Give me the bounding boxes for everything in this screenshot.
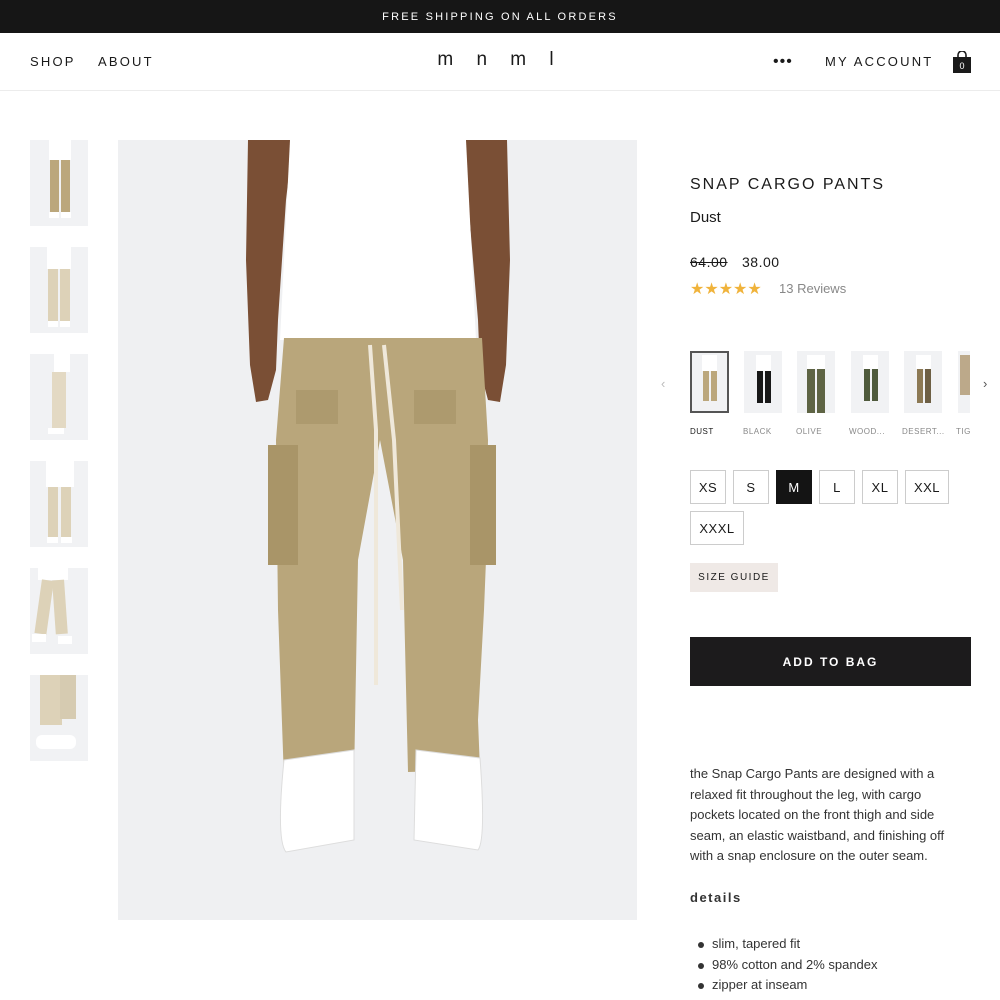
logo[interactable]: m n m l xyxy=(437,49,562,70)
swatch-tig[interactable] xyxy=(958,351,970,413)
details-item: slim, tapered fit xyxy=(698,934,878,955)
rating-stars: ★★★★★ xyxy=(690,281,762,298)
color-swatches: DUST BLACK OLIVE WOOD... DESERT... TIG xyxy=(690,351,970,441)
size-xl-button[interactable]: XL xyxy=(862,470,898,504)
thumbnail-5[interactable] xyxy=(30,568,88,654)
chevron-right-icon[interactable]: › xyxy=(983,376,987,391)
details-heading: details xyxy=(690,890,742,905)
promo-text: FREE SHIPPING ON ALL ORDERS xyxy=(382,10,618,23)
size-xxl-button[interactable]: XXL xyxy=(905,470,949,504)
swatch-black[interactable] xyxy=(744,351,782,413)
swatch-label: BLACK xyxy=(743,427,772,436)
nav-about-link[interactable]: ABOUT xyxy=(98,54,154,69)
thumbnail-list xyxy=(30,140,88,782)
promo-banner: FREE SHIPPING ON ALL ORDERS xyxy=(0,0,1000,33)
swatch-olive[interactable] xyxy=(797,351,835,413)
details-item: zipper at inseam xyxy=(698,975,878,996)
size-xs-button[interactable]: XS xyxy=(690,470,726,504)
size-guide-button[interactable]: SIZE GUIDE xyxy=(690,563,778,592)
details-list: slim, tapered fit 98% cotton and 2% span… xyxy=(698,934,878,996)
swatch-desert[interactable] xyxy=(904,351,942,413)
sale-price: 38.00 xyxy=(742,254,780,270)
add-to-bag-button[interactable]: ADD TO BAG xyxy=(690,637,971,686)
swatch-dust[interactable] xyxy=(690,351,729,413)
swatch-label: DUST xyxy=(690,427,714,436)
product-main-image xyxy=(118,140,637,920)
more-menu-icon[interactable]: ••• xyxy=(773,54,793,70)
selected-color-name: Dust xyxy=(690,209,721,226)
product-title: SNAP CARGO PANTS xyxy=(690,176,885,193)
bag-icon[interactable]: 0 xyxy=(953,50,971,73)
thumbnail-6[interactable] xyxy=(30,675,88,761)
bag-count: 0 xyxy=(959,61,964,71)
swatch-label: TIG xyxy=(956,427,970,436)
size-l-button[interactable]: L xyxy=(819,470,855,504)
nav-shop-link[interactable]: SHOP xyxy=(30,54,76,69)
size-m-button[interactable]: M xyxy=(776,470,812,504)
swatch-wood[interactable] xyxy=(851,351,889,413)
top-nav: SHOP ABOUT m n m l ••• MY ACCOUNT 0 xyxy=(0,33,1000,91)
thumbnail-3[interactable] xyxy=(30,354,88,440)
product-description: the Snap Cargo Pants are designed with a… xyxy=(690,766,945,863)
size-s-button[interactable]: S xyxy=(733,470,769,504)
swatch-label: OLIVE xyxy=(796,427,823,436)
original-price: 64.00 xyxy=(690,254,728,270)
size-xxxl-button[interactable]: XXXL xyxy=(690,511,744,545)
details-item: 98% cotton and 2% spandex xyxy=(698,955,878,976)
thumbnail-2[interactable] xyxy=(30,247,88,333)
thumbnail-1[interactable] xyxy=(30,140,88,226)
chevron-left-icon[interactable]: ‹ xyxy=(661,376,665,391)
swatch-label: DESERT... xyxy=(902,427,945,436)
thumbnail-4[interactable] xyxy=(30,461,88,547)
swatch-label: WOOD... xyxy=(849,427,885,436)
reviews-link[interactable]: 13 Reviews xyxy=(779,281,846,296)
my-account-link[interactable]: MY ACCOUNT xyxy=(825,54,933,69)
